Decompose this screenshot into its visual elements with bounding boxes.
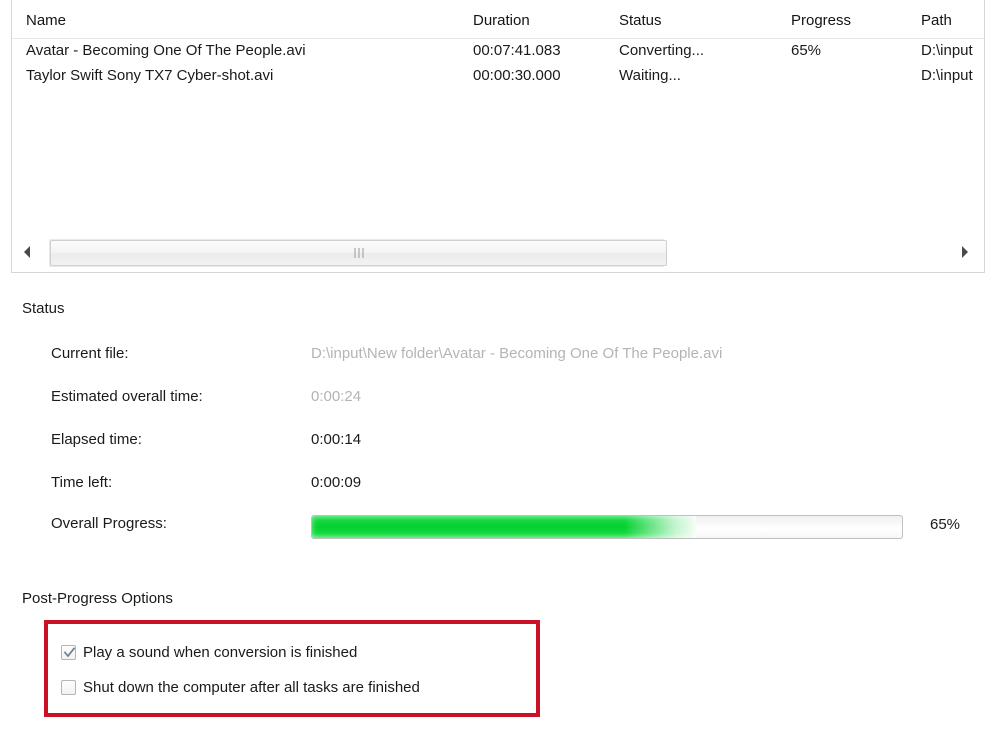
status-row-overall-progress: Overall Progress: 65% (0, 515, 994, 539)
table-row[interactable]: Taylor Swift Sony TX7 Cyber-shot.avi 00:… (12, 64, 984, 89)
progress-fill (312, 516, 696, 538)
horizontal-scrollbar[interactable] (12, 234, 984, 272)
checkbox-shut-down[interactable] (61, 679, 76, 695)
progress-track (311, 515, 903, 539)
cell-status: Waiting... (619, 67, 681, 84)
triangle-right-icon[interactable] (960, 245, 974, 261)
triangle-left-icon[interactable] (22, 245, 36, 261)
status-row-estimated-time: Estimated overall time: 0:00:24 (0, 388, 994, 410)
time-left-value: 0:00:09 (311, 474, 362, 491)
overall-progress-label: Overall Progress: (51, 515, 167, 532)
status-row-time-left: Time left: 0:00:09 (0, 474, 994, 496)
elapsed-time-value: 0:00:14 (311, 431, 362, 448)
current-file-value: D:\input\New folder\Avatar - Becoming On… (311, 345, 723, 362)
file-list-header: Name Duration Status Progress Path (12, 0, 984, 39)
option-play-sound[interactable]: Play a sound when conversion is finished (61, 641, 357, 663)
cell-name: Avatar - Becoming One Of The People.avi (26, 42, 306, 59)
file-list-body: Avatar - Becoming One Of The People.avi … (12, 39, 984, 234)
cell-progress: 65% (791, 42, 822, 59)
post-progress-options-highlight: Play a sound when conversion is finished… (44, 620, 540, 717)
column-header-duration[interactable]: Duration (473, 12, 530, 29)
option-play-sound-label: Play a sound when conversion is finished (83, 643, 358, 661)
cell-path: D:\input (921, 42, 973, 59)
checkbox-play-sound[interactable] (61, 644, 76, 660)
column-header-name[interactable]: Name (26, 12, 66, 29)
elapsed-time-label: Elapsed time: (51, 431, 142, 448)
current-file-label: Current file: (51, 345, 129, 362)
option-shut-down[interactable]: Shut down the computer after all tasks a… (61, 676, 420, 698)
time-left-label: Time left: (51, 474, 113, 491)
status-section-title: Status (22, 300, 65, 317)
scrollbar-thumb[interactable] (50, 240, 667, 266)
post-progress-title: Post-Progress Options (22, 590, 173, 607)
cell-status: Converting... (619, 42, 705, 59)
conversion-file-list[interactable]: Name Duration Status Progress Path Avata… (11, 0, 985, 273)
column-header-status[interactable]: Status (619, 12, 662, 29)
overall-progress-bar (311, 515, 903, 539)
option-shut-down-label: Shut down the computer after all tasks a… (83, 678, 420, 696)
overall-progress-percent: 65% (930, 516, 961, 533)
grip-dots-icon (354, 248, 363, 258)
cell-duration: 00:07:41.083 (473, 42, 561, 59)
estimated-time-value: 0:00:24 (311, 388, 362, 405)
cell-name: Taylor Swift Sony TX7 Cyber-shot.avi (26, 67, 274, 84)
status-row-current-file: Current file: D:\input\New folder\Avatar… (0, 345, 994, 367)
estimated-time-label: Estimated overall time: (51, 388, 203, 405)
cell-duration: 00:00:30.000 (473, 67, 561, 84)
status-row-elapsed-time: Elapsed time: 0:00:14 (0, 431, 994, 453)
column-header-path[interactable]: Path (921, 12, 952, 29)
scrollbar-track[interactable] (49, 239, 667, 267)
column-header-progress[interactable]: Progress (791, 12, 851, 29)
cell-path: D:\input (921, 67, 973, 84)
table-row[interactable]: Avatar - Becoming One Of The People.avi … (12, 39, 984, 64)
